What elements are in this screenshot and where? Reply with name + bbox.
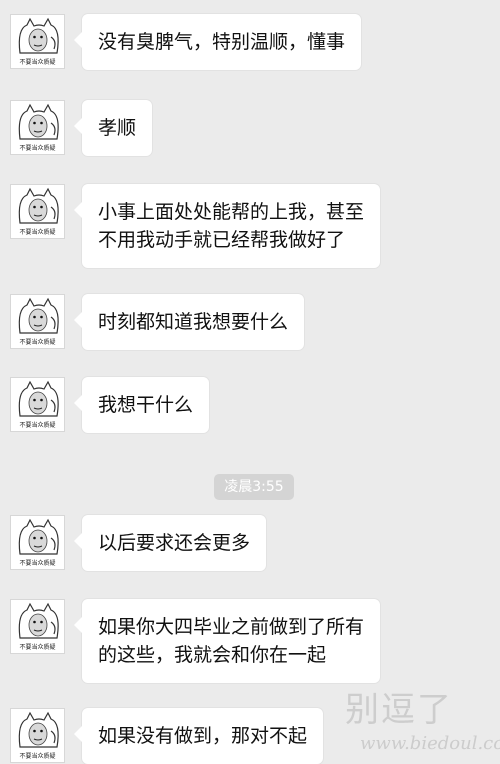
sender-avatar[interactable]: 不要当众质疑 — [10, 377, 65, 432]
avatar-caption: 不要当众质疑 — [19, 644, 56, 651]
message-text: 时刻都知道我想要什么 — [98, 311, 289, 333]
message-bubble[interactable]: 孝顺 — [73, 100, 153, 156]
message-bubble[interactable]: 以后要求还会更多 — [73, 515, 267, 571]
message-text: 孝顺 — [98, 117, 137, 139]
message-text: 以后要求还会更多 — [98, 532, 251, 554]
avatar-caption: 不要当众质疑 — [19, 753, 56, 760]
message-text-line: 小事上面处处能帮的上我，甚至 — [98, 201, 365, 223]
message-bubble[interactable]: 如果你大四毕业之前做到了所有 的这些，我就会和你在一起 — [73, 599, 381, 683]
avatar-caption: 不要当众质疑 — [19, 339, 56, 346]
message-bubble[interactable]: 如果没有做到，那对不起 — [73, 708, 324, 764]
timestamp-badge: 凌晨3:55 — [214, 474, 294, 500]
message-text-line: 如果你大四毕业之前做到了所有 — [98, 616, 365, 638]
avatar-caption: 不要当众质疑 — [19, 422, 56, 429]
watermark-url: www.biedoul.com — [360, 733, 500, 754]
message-text-line: 不用我动手就已经帮我做好了 — [98, 229, 346, 251]
avatar-caption: 不要当众质疑 — [19, 145, 56, 152]
message-bubble[interactable]: 时刻都知道我想要什么 — [73, 294, 305, 350]
sender-avatar[interactable]: 不要当众质疑 — [10, 708, 65, 763]
message-bubble[interactable]: 没有臭脾气，特别温顺，懂事 — [73, 14, 362, 70]
sender-avatar[interactable]: 不要当众质疑 — [10, 100, 65, 155]
message-text: 如果没有做到，那对不起 — [98, 725, 308, 747]
sender-avatar[interactable]: 不要当众质疑 — [10, 515, 65, 570]
watermark-logo: 别逗了 — [345, 690, 453, 730]
chat-history: 不要当众质疑 没有臭脾气，特别温顺，懂事 不要当众质疑 孝顺 不要当众质疑 小事… — [0, 0, 500, 764]
message-text: 没有臭脾气，特别温顺，懂事 — [98, 31, 346, 53]
message-text: 我想干什么 — [98, 394, 194, 416]
avatar-caption: 不要当众质疑 — [19, 59, 56, 66]
sender-avatar[interactable]: 不要当众质疑 — [10, 184, 65, 239]
sender-avatar[interactable]: 不要当众质疑 — [10, 14, 65, 69]
avatar-caption: 不要当众质疑 — [19, 229, 56, 236]
avatar-caption: 不要当众质疑 — [19, 560, 56, 567]
sender-avatar[interactable]: 不要当众质疑 — [10, 294, 65, 349]
message-text-line: 的这些，我就会和你在一起 — [98, 644, 327, 666]
sender-avatar[interactable]: 不要当众质疑 — [10, 599, 65, 654]
message-bubble[interactable]: 小事上面处处能帮的上我，甚至 不用我动手就已经帮我做好了 — [73, 184, 381, 268]
message-bubble[interactable]: 我想干什么 — [73, 377, 210, 433]
